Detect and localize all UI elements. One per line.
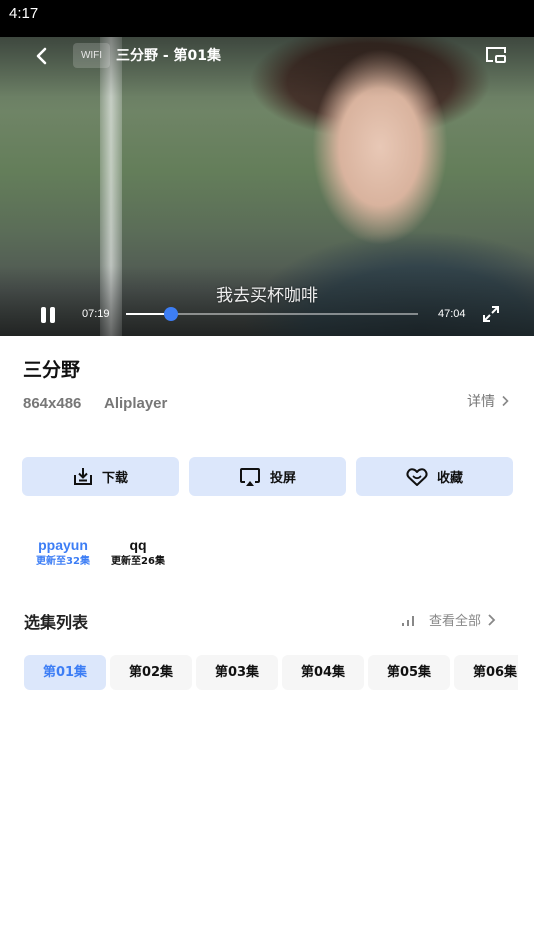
status-time: 4:17	[9, 5, 39, 22]
download-icon	[73, 468, 92, 485]
status-bar: 4:17	[0, 0, 534, 37]
episode-item[interactable]: 第01集	[24, 655, 106, 690]
episode-item[interactable]: 第03集	[196, 655, 278, 690]
source-update-status: 更新至32集	[36, 556, 90, 567]
video-subtitle: 我去买杯咖啡	[216, 286, 318, 306]
download-button[interactable]: 下载	[22, 457, 179, 496]
favorite-button[interactable]: 收藏	[356, 457, 513, 496]
source-name: qq	[129, 537, 147, 553]
show-title: 三分野	[23, 359, 81, 381]
source-update-status: 更新至26集	[111, 556, 165, 567]
pip-button[interactable]	[484, 44, 508, 66]
favorite-label: 收藏	[436, 471, 463, 486]
source-ppayun[interactable]: ppayun 更新至32集	[34, 537, 92, 569]
back-button[interactable]	[30, 44, 54, 68]
chevron-right-icon	[502, 395, 509, 407]
source-name: ppayun	[38, 537, 88, 553]
video-player[interactable]: WIFI 三分野 - 第01集 我去买杯咖啡 07:19 47:04	[0, 37, 534, 336]
fullscreen-button[interactable]	[482, 305, 500, 323]
download-label: 下载	[101, 471, 128, 486]
details-label: 详情	[467, 394, 495, 410]
video-title: 三分野 - 第01集	[116, 48, 222, 64]
seek-slider[interactable]	[126, 307, 418, 321]
view-all-label: 查看全部	[429, 614, 482, 629]
cast-screen-label: 投屏	[269, 471, 296, 486]
seek-thumb[interactable]	[164, 307, 179, 321]
view-all-episodes-button[interactable]: 查看全部	[401, 610, 496, 629]
cast-screen-button[interactable]: 投屏	[189, 457, 346, 496]
pause-button[interactable]	[38, 305, 58, 325]
network-badge: WIFI	[73, 43, 110, 68]
episode-item[interactable]: 第05集	[368, 655, 450, 690]
episode-list-title: 选集列表	[24, 613, 89, 632]
total-time: 47:04	[438, 308, 466, 320]
current-time: 07:19	[82, 308, 110, 320]
player-name: Aliplayer	[104, 395, 168, 412]
chevron-left-icon	[36, 47, 47, 65]
chevron-right-icon	[488, 613, 496, 626]
sort-bars-icon[interactable]	[401, 614, 415, 626]
picture-in-picture-icon	[486, 47, 506, 63]
episode-item[interactable]: 第02集	[110, 655, 192, 690]
source-qq[interactable]: qq 更新至26集	[109, 537, 167, 569]
heart-icon	[406, 467, 428, 486]
fullscreen-icon	[483, 306, 499, 322]
episode-item[interactable]: 第04集	[282, 655, 364, 690]
episode-list[interactable]: 第01集 第02集 第03集 第04集 第05集 第06集	[24, 655, 518, 690]
pause-icon	[41, 307, 46, 323]
episode-item[interactable]: 第06集	[454, 655, 518, 690]
cast-screen-icon	[239, 467, 260, 486]
video-resolution: 864x486	[23, 395, 82, 412]
details-link[interactable]: 详情	[467, 391, 509, 411]
